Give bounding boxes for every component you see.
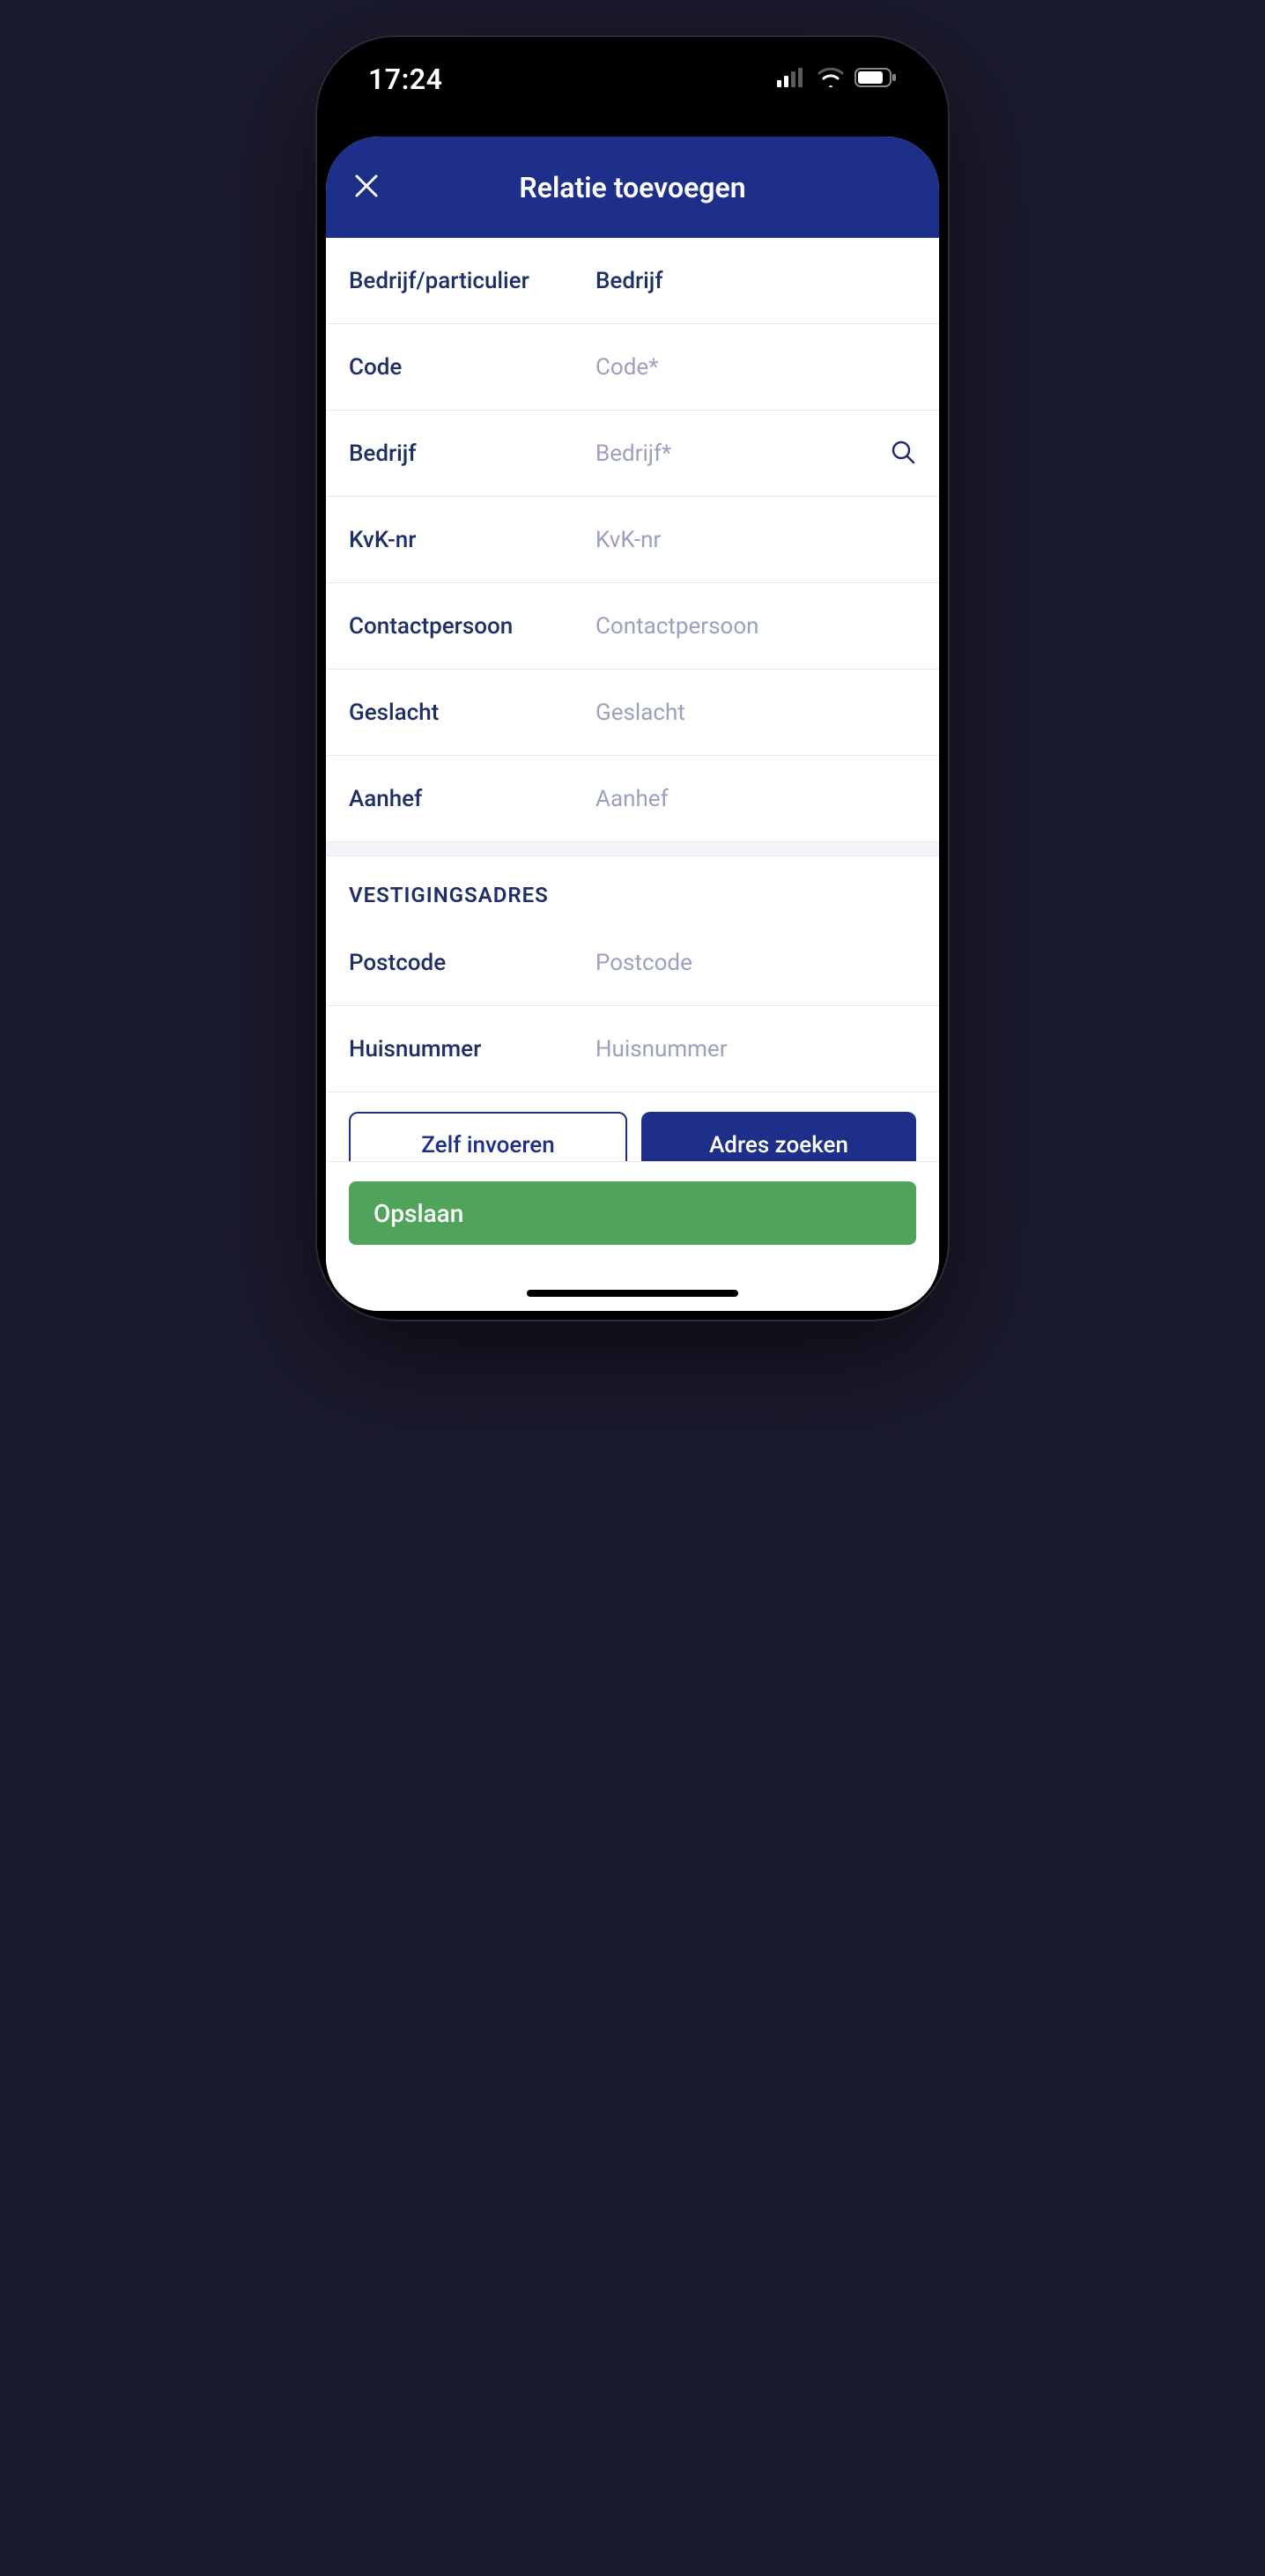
address-section-title: VESTIGINGSADRES: [326, 856, 939, 920]
status-time: 17:24: [368, 63, 442, 96]
field-gender[interactable]: Geslacht Geslacht: [326, 670, 939, 756]
field-placeholder: Code*: [596, 354, 916, 381]
lookup-address-button[interactable]: Adres zoeken: [641, 1112, 916, 1161]
button-label: Adres zoeken: [709, 1132, 848, 1158]
field-placeholder: Contactpersoon: [596, 613, 916, 640]
field-placeholder: Bedrijf*: [596, 440, 881, 467]
button-label: Opslaan: [374, 1199, 463, 1228]
footer-bar: Opslaan: [326, 1161, 939, 1311]
wifi-icon: [817, 68, 844, 91]
field-label: KvK-nr: [349, 527, 596, 553]
field-placeholder: KvK-nr: [596, 527, 916, 553]
field-contact[interactable]: Contactpersoon Contactpersoon: [326, 583, 939, 670]
field-label: Huisnummer: [349, 1036, 596, 1062]
modal-header: Relatie toevoegen: [326, 137, 939, 238]
field-value: Bedrijf: [596, 268, 916, 294]
field-label: Aanhef: [349, 786, 596, 812]
company-search-button[interactable]: [881, 439, 916, 469]
home-indicator[interactable]: [527, 1290, 738, 1297]
field-placeholder: Huisnummer: [596, 1036, 916, 1062]
field-label: Code: [349, 354, 596, 381]
close-button[interactable]: [347, 168, 386, 207]
button-label: Zelf invoeren: [421, 1132, 554, 1158]
manual-address-button[interactable]: Zelf invoeren: [349, 1112, 627, 1161]
field-label: Postcode: [349, 950, 596, 976]
cellular-icon: [777, 68, 807, 91]
close-icon: [353, 173, 380, 203]
field-placeholder: Aanhef: [596, 786, 916, 812]
phone-frame: 17:24 Relatie toevo: [315, 35, 950, 1321]
field-label: Contactpersoon: [349, 613, 596, 640]
field-label: Bedrijf/particulier: [349, 268, 596, 294]
field-code[interactable]: Code Code*: [326, 324, 939, 411]
field-label: Geslacht: [349, 700, 596, 726]
form-scroll[interactable]: Bedrijf/particulier Bedrijf Code Code* B…: [326, 238, 939, 1161]
modal-title: Relatie toevoegen: [519, 171, 745, 204]
field-placeholder: Postcode: [596, 950, 916, 976]
field-label: Bedrijf: [349, 440, 596, 467]
search-icon: [890, 439, 916, 469]
screen: Relatie toevoegen Bedrijf/particulier Be…: [326, 137, 939, 1311]
field-company[interactable]: Bedrijf Bedrijf*: [326, 411, 939, 497]
field-postcode[interactable]: Postcode Postcode: [326, 920, 939, 1006]
field-kvk[interactable]: KvK-nr KvK-nr: [326, 497, 939, 583]
field-salutation[interactable]: Aanhef Aanhef: [326, 756, 939, 842]
section-divider: [326, 842, 939, 856]
save-button[interactable]: Opslaan: [349, 1181, 916, 1245]
status-bar: 17:24: [315, 35, 950, 123]
battery-icon: [854, 68, 897, 91]
field-placeholder: Geslacht: [596, 700, 916, 726]
field-housenumber[interactable]: Huisnummer Huisnummer: [326, 1006, 939, 1092]
field-type[interactable]: Bedrijf/particulier Bedrijf: [326, 238, 939, 324]
